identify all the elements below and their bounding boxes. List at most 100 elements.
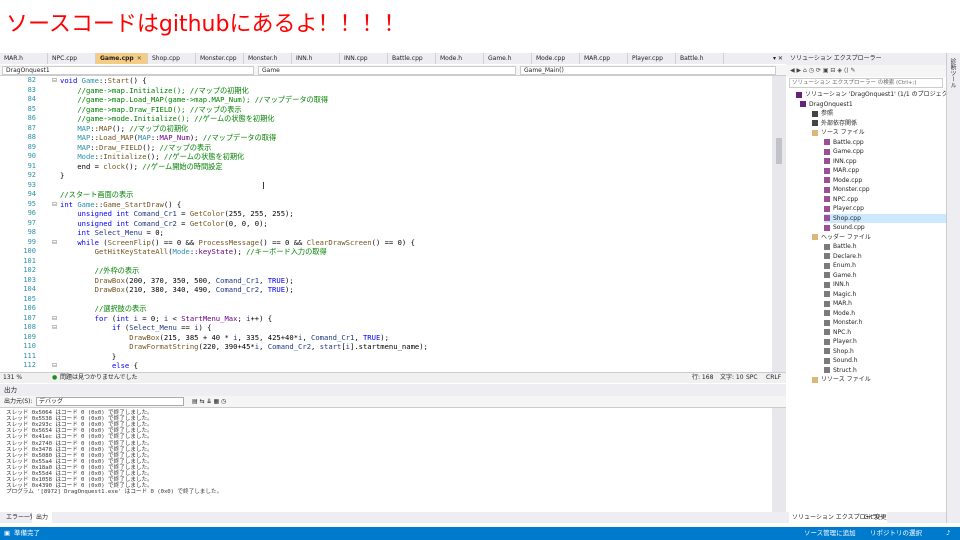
add-source-control-button[interactable]: ソース管理に追加 [804,527,856,540]
tab-inn-cpp[interactable]: INN.cpp [340,53,388,64]
fold-toggle-icon[interactable]: ⊟ [52,200,57,210]
code-editor[interactable]: 82 ⊟ 83 84 85 86 87 88 89 90 91 92 93 94 95 ⊟ 96 97 98 99 ⊟ 1… [0,76,786,372]
tree-header-folder[interactable]: ヘッダー ファイル [812,233,871,242]
tab-game-h[interactable]: Game.h [484,53,532,64]
tree-source-file[interactable]: INN.cpp [824,157,857,166]
tab-output[interactable]: 出力 [32,512,53,523]
tab-inn-h[interactable]: INN.h [292,53,340,64]
tree-header-file[interactable]: Mode.h [824,309,855,318]
code-line[interactable]: Mode::Initialize(); //ゲームの状態を初期化 [60,152,244,162]
code-line[interactable]: MAP::Load_MAP(MAP::MAP_Num); //マップデータの取得 [60,133,276,143]
tab-battle-cpp[interactable]: Battle.cpp [388,53,436,64]
tree-header-file[interactable]: NPC.h [824,328,851,337]
tree-source-file[interactable]: Shop.cpp [824,213,946,223]
code-line[interactable]: DrawFormatString(220, 390+45*i, Comand_C… [60,342,428,352]
code-line[interactable]: } [60,352,116,362]
code-line[interactable]: DrawBox(200, 370, 350, 500, Comand_Cr1, … [60,276,294,286]
code-line[interactable]: if (Select_Menu == i) { [60,323,212,333]
fold-toggle-icon[interactable]: ⊟ [52,314,57,324]
tree-header-file[interactable]: Game.h [824,271,857,280]
tree-header-file[interactable]: Enum.h [824,261,856,270]
tree-solution-root[interactable]: ソリューション 'DragOnquest1' (1/1 のプロジェクト) [796,90,946,99]
code-line[interactable]: else { [60,361,138,371]
code-line[interactable]: int Game::Game_StartDraw() { [60,200,181,210]
code-line[interactable]: //外枠の表示 [60,266,140,276]
tree-source-file[interactable]: Game.cpp [824,147,864,156]
tree-source-file[interactable]: Player.cpp [824,204,864,213]
output-scrollbar[interactable] [772,408,786,512]
tab-npc-cpp[interactable]: NPC.cpp [48,53,96,64]
tree-source-file[interactable]: MAR.cpp [824,166,859,175]
tree-header-file[interactable]: Struct.h [824,366,857,375]
code-line[interactable]: void Game::Start() { [60,76,147,86]
code-line[interactable]: end = clock(); //ゲーム開始の時間設定 [60,162,222,172]
tree-source-file[interactable]: Mode.cpp [824,176,862,185]
code-line[interactable]: //選択肢の表示 [60,304,147,314]
tab-mar-h[interactable]: MAR.h [0,53,48,64]
tab-player-cpp[interactable]: Player.cpp [628,53,676,64]
tree-header-file[interactable]: Sound.h [824,356,858,365]
tab-overflow-icon[interactable]: ▾ ✕ [770,53,786,64]
code-line[interactable]: while (ScreenFlip() == 0 && ProcessMessa… [60,238,415,248]
tree-header-file[interactable]: Player.h [824,337,857,346]
tab-git-changes[interactable]: Git 変更 [864,512,887,523]
fold-toggle-icon[interactable]: ⊟ [52,361,57,371]
code-line[interactable]: unsigned int Comand_Cr2 = GetColor(0, 0,… [60,219,267,229]
select-repository-button[interactable]: リポジトリの選択 [870,527,922,540]
code-line[interactable]: for (int i = 0; i < StartMenu_Max; i++) … [60,314,272,324]
fold-toggle-icon[interactable]: ⊟ [52,238,57,248]
output-tool-icons[interactable]: ▤ ⇆ ⇊ ▦ ◷ [192,396,226,408]
code-line[interactable]: //game->map.Initialize(); //マップの初期化 [60,86,248,96]
tree-header-file[interactable]: Declare.h [824,252,862,261]
tree-project[interactable]: DragOnquest1 [800,100,853,109]
tree-header-file[interactable]: INN.h [824,280,849,289]
tree-header-file[interactable]: Monster.h [824,318,862,327]
solution-explorer-toolbar[interactable]: ◀ ▶ ⌂ ◷ ⟳ ▣ ⊟ ◈ ⟨⟩ ✎ [786,65,946,77]
solution-search-input[interactable]: ソリューション エクスプローラー の検索 (Ctrl+;) [789,78,943,88]
tab-battle-h[interactable]: Battle.h [676,53,724,64]
code-line[interactable]: } [60,171,64,181]
code-line[interactable]: //game->mode.Initialize(); //ゲームの状態を初期化 [60,114,274,124]
tree-header-file[interactable]: Shop.h [824,347,854,356]
editor-scroll-thumb[interactable] [776,138,782,164]
code-line[interactable]: //スタート画面の表示 [60,190,133,200]
code-line[interactable]: MAP::MAP(); //マップの初期化 [60,124,188,134]
tree-source-file[interactable]: Monster.cpp [824,185,870,194]
code-line[interactable]: int Select_Menu = 0; [60,228,164,238]
code-line[interactable]: //game->map.Draw_FIELD(); //マップの表示 [60,105,241,115]
code-line[interactable]: DrawBox(210, 380, 340, 490, Comand_Cr2, … [60,285,294,295]
tab-mode-h[interactable]: Mode.h [436,53,484,64]
tab-mar-cpp[interactable]: MAR.cpp [580,53,628,64]
code-line[interactable]: unsigned int Comand_Cr1 = GetColor(255, … [60,209,293,219]
zoom-level[interactable]: 131 % [3,373,22,383]
scope-dropdown[interactable]: Game [258,66,516,75]
tab-monster-cpp[interactable]: Monster.cpp [196,53,244,64]
tree-source-file[interactable]: Sound.cpp [824,223,865,232]
notification-icon[interactable]: ♪ [946,527,950,540]
code-line[interactable]: MAP::Draw_FIELD(); //マップの表示 [60,143,211,153]
editor-scrollbar[interactable] [772,76,786,372]
tree-references[interactable]: 参照 [812,109,833,118]
tree-external-deps[interactable]: 外部依存関係 [812,119,857,128]
issues-text[interactable]: 問題は見つかりませんでした [60,373,138,383]
tab-mode-cpp[interactable]: Mode.cpp [532,53,580,64]
tree-header-file[interactable]: Magic.h [824,290,856,299]
diagnostic-tools-tab[interactable]: 診断ツール [948,58,957,88]
tab-monster-h[interactable]: Monster.h [244,53,292,64]
code-line[interactable]: DrawBox(215, 385 + 40 * i, 335, 425+40*i… [60,333,389,343]
project-dropdown[interactable]: DragOnquest1 [2,66,254,75]
tab-game-cpp[interactable]: Game.cpp ✕ [96,53,148,64]
code-line[interactable]: //game->map.Load_MAP(game->map.MAP_Num);… [60,95,328,105]
output-text-area[interactable]: スレッド 0x5064 はコード 0 (0x0) で終了しました。 スレッド 0x… [0,408,772,512]
tree-source-file[interactable]: Battle.cpp [824,138,864,147]
tree-source-file[interactable]: NPC.cpp [824,195,858,204]
member-dropdown[interactable]: Game_Main() [520,66,776,75]
solution-tree[interactable]: ソリューション 'DragOnquest1' (1/1 のプロジェクト) Drag… [786,90,946,512]
output-source-select[interactable]: デバッグ [36,397,184,406]
fold-toggle-icon[interactable]: ⊟ [52,323,57,333]
tree-header-file[interactable]: Battle.h [824,242,857,251]
tab-shop-cpp[interactable]: Shop.cpp [148,53,196,64]
tree-resource-folder[interactable]: リソース ファイル [812,375,871,384]
tree-header-file[interactable]: MAR.h [824,299,852,308]
fold-toggle-icon[interactable]: ⊟ [52,76,57,86]
